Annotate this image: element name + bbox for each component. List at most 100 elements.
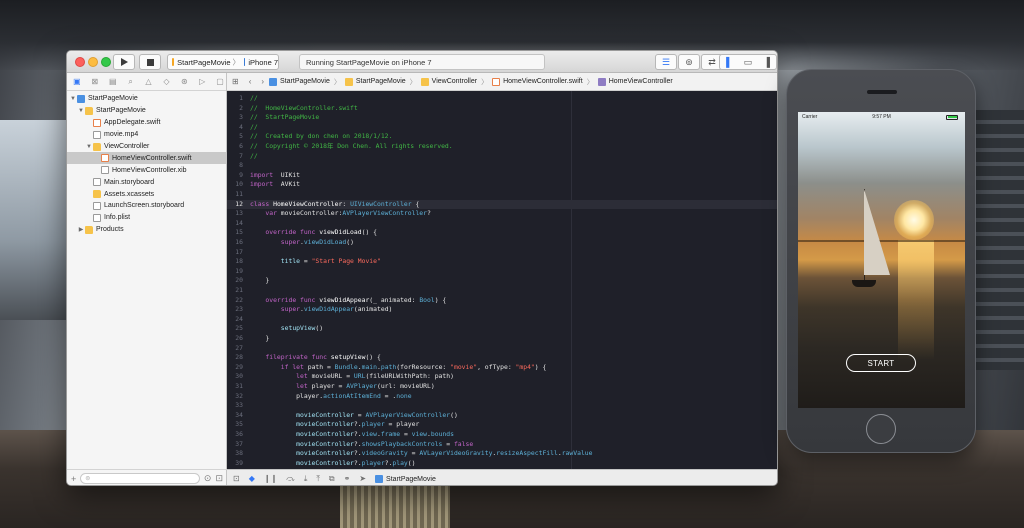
code-line[interactable]: 39 movieController?.player?.play() <box>227 459 777 469</box>
warning-icon[interactable]: △ <box>143 77 155 87</box>
disclosure-triangle-icon[interactable]: ▼ <box>77 108 85 114</box>
recent-files-icon[interactable]: ⊙ <box>204 473 212 484</box>
code-line[interactable]: 14 <box>227 219 777 229</box>
code-line[interactable]: 1 // <box>227 94 777 104</box>
file-tree-item[interactable]: AppDelegate.swift <box>67 117 226 129</box>
breadcrumb-symbol[interactable]: HomeViewController <box>609 78 673 85</box>
forward-icon[interactable]: › <box>261 77 264 86</box>
step-in-icon[interactable]: ⤓ <box>304 474 308 484</box>
memory-graph-icon[interactable]: ⚭ <box>344 474 351 483</box>
file-tree-item[interactable]: LaunchScreen.storyboard <box>67 200 226 212</box>
run-button[interactable] <box>113 54 135 70</box>
code-line[interactable]: 4 // <box>227 123 777 133</box>
code-line[interactable]: 36 movieController?.view.frame = view.bo… <box>227 430 777 440</box>
zoom-window-button[interactable] <box>101 57 111 67</box>
breadcrumb-subgroup[interactable]: ViewController <box>432 78 477 85</box>
code-line[interactable]: 24 <box>227 315 777 325</box>
disclosure-triangle-icon[interactable]: ▼ <box>85 144 93 150</box>
code-line[interactable]: 38 movieController?.videoGravity = AVLay… <box>227 449 777 459</box>
debug-icon[interactable]: ⊛ <box>178 77 190 87</box>
source-control-icon[interactable]: ⊠ <box>89 77 101 87</box>
code-line[interactable]: 18 title = "Start Page Movie" <box>227 257 777 267</box>
test-icon[interactable]: ◇ <box>160 77 172 87</box>
minimize-window-button[interactable] <box>88 57 98 67</box>
symbol-icon[interactable]: ▤ <box>107 77 119 87</box>
code-line[interactable]: 6 // Copyright © 2018年 Don Chen. All righ… <box>227 142 777 152</box>
step-out-icon[interactable]: ⤒ <box>316 474 320 484</box>
standard-editor-button[interactable]: ☰ <box>655 54 677 70</box>
code-line[interactable]: 17 <box>227 248 777 258</box>
report-icon[interactable]: ▢ <box>214 77 226 87</box>
file-tree-item[interactable]: Main.storyboard <box>67 176 226 188</box>
home-button[interactable] <box>866 414 896 444</box>
breadcrumb-file[interactable]: HomeViewController.swift <box>503 78 583 85</box>
disclosure-triangle-icon[interactable]: ▶ <box>77 226 85 233</box>
breakpoints-toggle-icon[interactable]: ◆ <box>249 474 255 483</box>
code-line[interactable]: 26 } <box>227 334 777 344</box>
code-line[interactable]: 32 player.actionAtItemEnd = .none <box>227 392 777 402</box>
source-editor[interactable]: 1 // 2 // HomeViewController.swift 3 // Start… <box>227 91 777 469</box>
code-line[interactable]: 25 setupView() <box>227 324 777 334</box>
file-tree-item[interactable]: Info.plist <box>67 212 226 224</box>
code-line[interactable]: 16 super.viewDidLoad() <box>227 238 777 248</box>
navigator-toggle-icon[interactable]: ▌ <box>720 57 739 67</box>
breadcrumb-project[interactable]: StartPageMovie <box>280 78 330 85</box>
file-tree-item[interactable]: movie.mp4 <box>67 129 226 141</box>
code-line[interactable]: 19 <box>227 267 777 277</box>
stop-button[interactable] <box>139 54 161 70</box>
pause-icon[interactable]: ❙❙ <box>264 474 277 483</box>
folder-icon[interactable]: ▣ <box>71 77 83 87</box>
code-line[interactable]: 3 // StartPageMovie <box>227 113 777 123</box>
location-icon[interactable]: ➤ <box>359 474 366 483</box>
code-line[interactable]: 10 import AVKit <box>227 180 777 190</box>
breadcrumb-group[interactable]: StartPageMovie <box>356 78 406 85</box>
code-line[interactable]: 13 var movieController:AVPlayerViewContr… <box>227 209 777 219</box>
code-line[interactable]: 34 movieController = AVPlayerViewControl… <box>227 411 777 421</box>
code-line[interactable]: 28 fileprivate func setupView() { <box>227 353 777 363</box>
code-line[interactable]: 35 movieController?.player = player <box>227 420 777 430</box>
file-tree-item[interactable]: HomeViewController.swift <box>67 152 226 165</box>
code-line[interactable]: 30 let movieURL = URL(fileURLWithPath: p… <box>227 372 777 382</box>
file-tree-item[interactable]: ▼ StartPageMovie <box>67 93 226 105</box>
code-line[interactable]: 12 class HomeViewController: UIViewContro… <box>227 199 777 210</box>
code-line[interactable]: 15 override func viewDidLoad() { <box>227 228 777 238</box>
disclosure-triangle-icon[interactable]: ▼ <box>69 96 77 102</box>
code-line[interactable]: 29 if let path = Bundle.main.path(forRes… <box>227 363 777 373</box>
search-icon[interactable]: ⌕ <box>125 77 137 87</box>
code-line[interactable]: 21 <box>227 286 777 296</box>
utilities-toggle-icon[interactable]: ▐ <box>757 57 776 67</box>
code-line[interactable]: 37 movieController?.showsPlaybackControl… <box>227 440 777 450</box>
assistant-editor-button[interactable]: ⊚ <box>678 54 700 70</box>
code-line[interactable]: 7 // <box>227 152 777 162</box>
related-items-icon[interactable]: ⊞ <box>232 77 239 86</box>
code-line[interactable]: 20 } <box>227 276 777 286</box>
file-tree-item[interactable]: ▼ StartPageMovie <box>67 105 226 117</box>
code-line[interactable]: 11 <box>227 190 777 200</box>
console-toggle-icon[interactable]: ⊡ <box>233 474 240 483</box>
breakpoint-icon[interactable]: ▷ <box>196 77 208 87</box>
file-tree-item[interactable]: HomeViewController.xib <box>67 164 226 176</box>
code-line[interactable]: 2 // HomeViewController.swift <box>227 104 777 114</box>
code-line[interactable]: 22 override func viewDidAppear(_ animate… <box>227 296 777 306</box>
code-line[interactable]: 9 import UIKit <box>227 171 777 181</box>
code-line[interactable]: 31 let player = AVPlayer(url: movieURL) <box>227 382 777 392</box>
file-tree-item[interactable]: ▶ Products <box>67 224 226 236</box>
file-tree-item[interactable]: Assets.xcassets <box>67 188 226 200</box>
filter-field[interactable]: ⊜ <box>80 473 200 484</box>
code-line[interactable]: 8 <box>227 161 777 171</box>
code-line[interactable]: 33 <box>227 401 777 411</box>
start-button[interactable]: START <box>846 354 916 372</box>
modified-files-icon[interactable]: ⊡ <box>215 473 223 484</box>
step-over-icon[interactable]: ⤼ <box>286 474 295 484</box>
scheme-selector[interactable]: StartPageMovie 〉 iPhone 7 <box>167 54 279 70</box>
add-icon[interactable]: + <box>71 474 76 484</box>
view-debugger-icon[interactable]: ⧉ <box>329 474 335 484</box>
code-line[interactable]: 23 super.viewDidAppear(animated) <box>227 305 777 315</box>
debug-target[interactable]: StartPageMovie <box>375 474 436 483</box>
back-icon[interactable]: ‹ <box>249 77 252 86</box>
debug-toggle-icon[interactable]: ▭ <box>739 57 758 68</box>
file-tree-item[interactable]: ▼ ViewController <box>67 141 226 153</box>
code-line[interactable]: 5 // Created by don chen on 2018/1/12. <box>227 132 777 142</box>
close-window-button[interactable] <box>75 57 85 67</box>
simulator-screen[interactable]: Carrier 9:57 PM START <box>798 112 965 408</box>
